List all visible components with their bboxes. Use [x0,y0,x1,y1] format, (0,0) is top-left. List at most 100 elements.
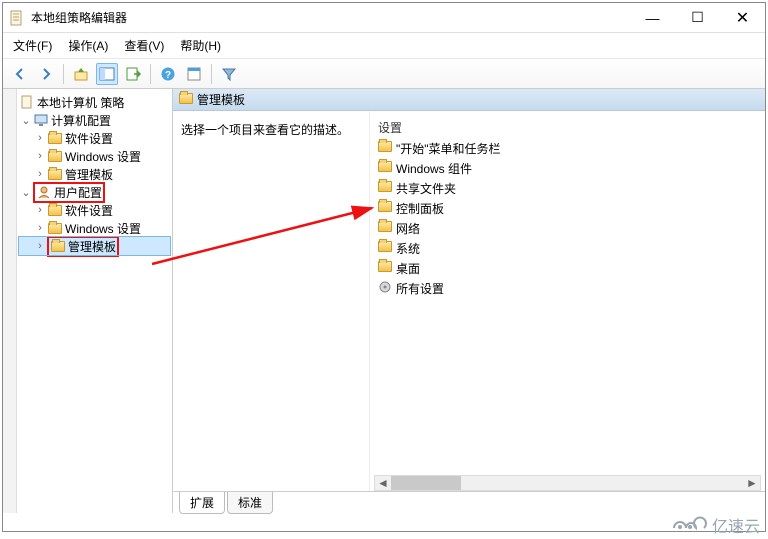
close-button[interactable]: ✕ [720,3,765,33]
menu-file[interactable]: 文件(F) [13,37,52,54]
item-label: 控制面板 [396,200,444,217]
content-area: 本地计算机 策略 ⌄ 计算机配置 › 软件设置 › Windows 设置 › 管… [3,89,765,513]
help-button[interactable]: ? [157,63,179,85]
expand-icon[interactable]: › [33,150,47,162]
tree-label: 计算机配置 [51,112,111,129]
up-button[interactable] [70,63,92,85]
folder-icon [47,221,63,235]
folder-icon [378,181,392,195]
annotation-highlight: 管理模板 [47,236,119,257]
folder-icon [378,261,392,275]
settings-icon [378,280,392,297]
item-label: Windows 组件 [396,160,472,177]
collapse-icon[interactable]: ⌄ [19,186,33,199]
toolbar: ? [3,59,765,89]
separator [211,64,212,84]
list-item[interactable]: 网络 [374,218,761,238]
list-item[interactable]: 系统 [374,238,761,258]
watermark-text: 亿速云 [712,513,760,537]
tree-uc-windows[interactable]: › Windows 设置 [19,219,170,237]
menu-action[interactable]: 操作(A) [68,37,108,54]
horizontal-scrollbar[interactable]: ◄ ► [374,475,761,491]
list-item[interactable]: 控制面板 [374,198,761,218]
folder-icon [378,161,392,175]
computer-icon [33,113,49,127]
title-bar: 本地组策略编辑器 — ☐ ✕ [3,3,765,33]
show-hide-tree-button[interactable] [96,63,118,85]
tree-cc-software[interactable]: › 软件设置 [19,129,170,147]
path-bar: 管理模板 [173,89,765,111]
window-title: 本地组策略编辑器 [31,9,630,26]
tree-label: Windows 设置 [65,220,141,237]
folder-icon [47,149,63,163]
list-item[interactable]: 桌面 [374,258,761,278]
item-label: 网络 [396,220,420,237]
export-button[interactable] [122,63,144,85]
folder-icon [378,241,392,255]
policy-icon [19,95,35,109]
list-item[interactable]: "开始"菜单和任务栏 [374,138,761,158]
app-icon [9,10,25,26]
left-gutter [3,89,17,513]
path-label: 管理模板 [197,91,245,108]
details-pane: 管理模板 选择一个项目来查看它的描述。 设置 "开始"菜单和任务栏 Window… [173,89,765,513]
menu-view[interactable]: 查看(V) [124,37,164,54]
annotation-highlight: 用户配置 [33,182,105,203]
scroll-thumb[interactable] [391,476,461,490]
app-window: 本地组策略编辑器 — ☐ ✕ 文件(F) 操作(A) 查看(V) 帮助(H) ? [2,2,766,532]
list-header-setting[interactable]: 设置 [374,117,761,138]
expand-icon[interactable]: › [33,204,47,216]
tree-cc-windows[interactable]: › Windows 设置 [19,147,170,165]
tree-label: 管理模板 [65,166,113,183]
list-item[interactable]: 所有设置 [374,278,761,298]
scroll-right-icon[interactable]: ► [744,476,760,490]
tree-uc-templates[interactable]: › 管理模板 [19,237,170,255]
expand-icon[interactable]: › [33,240,47,252]
back-button[interactable] [9,63,31,85]
scroll-left-icon[interactable]: ◄ [375,476,391,490]
folder-icon [378,141,392,155]
tree-label: 软件设置 [65,202,113,219]
minimize-button[interactable]: — [630,3,675,33]
window-controls: — ☐ ✕ [630,3,765,33]
description-text: 选择一个项目来查看它的描述。 [181,121,361,138]
menu-bar: 文件(F) 操作(A) 查看(V) 帮助(H) [3,33,765,59]
item-label: 所有设置 [396,280,444,297]
separator [63,64,64,84]
expand-icon[interactable]: › [33,168,47,180]
view-tabs: 扩展 标准 [173,491,765,513]
tree-cc-templates[interactable]: › 管理模板 [19,165,170,183]
tree-root[interactable]: 本地计算机 策略 [19,93,170,111]
folder-icon [47,131,63,145]
menu-help[interactable]: 帮助(H) [180,37,221,54]
folder-icon [179,93,193,107]
detail-area: 选择一个项目来查看它的描述。 设置 "开始"菜单和任务栏 Windows 组件 … [173,111,765,491]
folder-icon [50,239,66,253]
list-item[interactable]: 共享文件夹 [374,178,761,198]
tree-label: 管理模板 [68,238,116,255]
properties-button[interactable] [183,63,205,85]
tree-user-config[interactable]: ⌄ 用户配置 [19,183,170,201]
item-label: 共享文件夹 [396,180,456,197]
svg-text:?: ? [165,70,171,81]
filter-button[interactable] [218,63,240,85]
tab-standard[interactable]: 标准 [227,492,273,514]
navigation-tree[interactable]: 本地计算机 策略 ⌄ 计算机配置 › 软件设置 › Windows 设置 › 管… [17,89,173,513]
list-item[interactable]: Windows 组件 [374,158,761,178]
expand-icon[interactable]: › [33,222,47,234]
settings-list: 设置 "开始"菜单和任务栏 Windows 组件 共享文件夹 控制面板 网络 系… [369,111,765,491]
forward-button[interactable] [35,63,57,85]
watermark-logo: 亿速云 [666,513,760,537]
folder-icon [47,167,63,181]
item-label: 桌面 [396,260,420,277]
user-icon [36,185,52,199]
description-column: 选择一个项目来查看它的描述。 [173,111,369,491]
separator [150,64,151,84]
maximize-button[interactable]: ☐ [675,3,720,33]
tab-extended[interactable]: 扩展 [179,492,225,514]
tree-uc-software[interactable]: › 软件设置 [19,201,170,219]
tree-label: Windows 设置 [65,148,141,165]
expand-icon[interactable]: › [33,132,47,144]
tree-computer-config[interactable]: ⌄ 计算机配置 [19,111,170,129]
collapse-icon[interactable]: ⌄ [19,114,33,127]
